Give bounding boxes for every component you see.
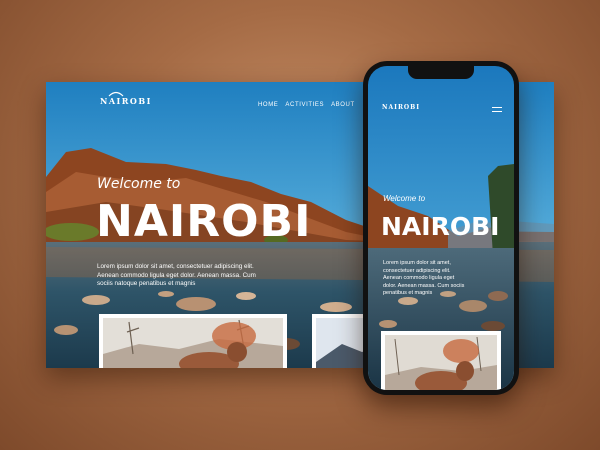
hamburger-menu-icon[interactable] bbox=[492, 107, 502, 113]
mobile-description-line: Lorem ipsum dolor sit amet, bbox=[383, 260, 451, 266]
hero-description-line: sociis natoque penatibus et magnis bbox=[97, 280, 196, 287]
mobile-elephant-photo-card[interactable] bbox=[381, 331, 501, 390]
mobile-description-line: consectetuer adipiscing elit. bbox=[383, 267, 451, 274]
mobile-hero-welcome: Welcome to bbox=[383, 194, 426, 203]
hero-description-line: Aenean commodo ligula eget dolor. Aenean… bbox=[97, 271, 256, 279]
mobile-description-line: penatibus et magnis bbox=[383, 290, 433, 296]
hero-title: NAIROBI bbox=[96, 196, 312, 247]
mobile-hero-description: Lorem ipsum dolor sit amet, consectetuer… bbox=[383, 260, 493, 298]
mobile-elephant-photo bbox=[385, 335, 497, 390]
mobile-description-line: Aenean commodo ligula eget bbox=[383, 275, 455, 281]
phone-screen: NAIROBI Welcome to NAIROBI Lorem ipsum d… bbox=[368, 66, 514, 390]
nav-activities-link[interactable]: ACTIVITIES bbox=[285, 102, 324, 108]
nav-about-link[interactable]: ABOUT bbox=[331, 102, 355, 108]
phone-notch bbox=[408, 66, 474, 79]
elephant-photo-card[interactable] bbox=[99, 314, 287, 368]
hero-welcome: Welcome to bbox=[97, 176, 181, 192]
mobile-logo[interactable]: NAIROBI bbox=[382, 104, 420, 111]
site-logo[interactable]: NAIROBI bbox=[100, 96, 152, 106]
nav-home-link[interactable]: HOME bbox=[258, 102, 278, 108]
elephant-photo bbox=[103, 318, 283, 368]
hero-description-line: Lorem ipsum dolor sit amet, consectetuer… bbox=[97, 263, 254, 270]
hero-description: Lorem ipsum dolor sit amet, consectetuer… bbox=[97, 263, 283, 289]
mobile-description-line: dolor. Aenean massa. Cum sociis bbox=[383, 282, 465, 289]
mobile-hero-title: NAIROBI bbox=[381, 212, 500, 241]
main-nav: HOME ACTIVITIES ABOUT bbox=[258, 102, 355, 108]
phone-mockup: NAIROBI Welcome to NAIROBI Lorem ipsum d… bbox=[363, 61, 519, 395]
